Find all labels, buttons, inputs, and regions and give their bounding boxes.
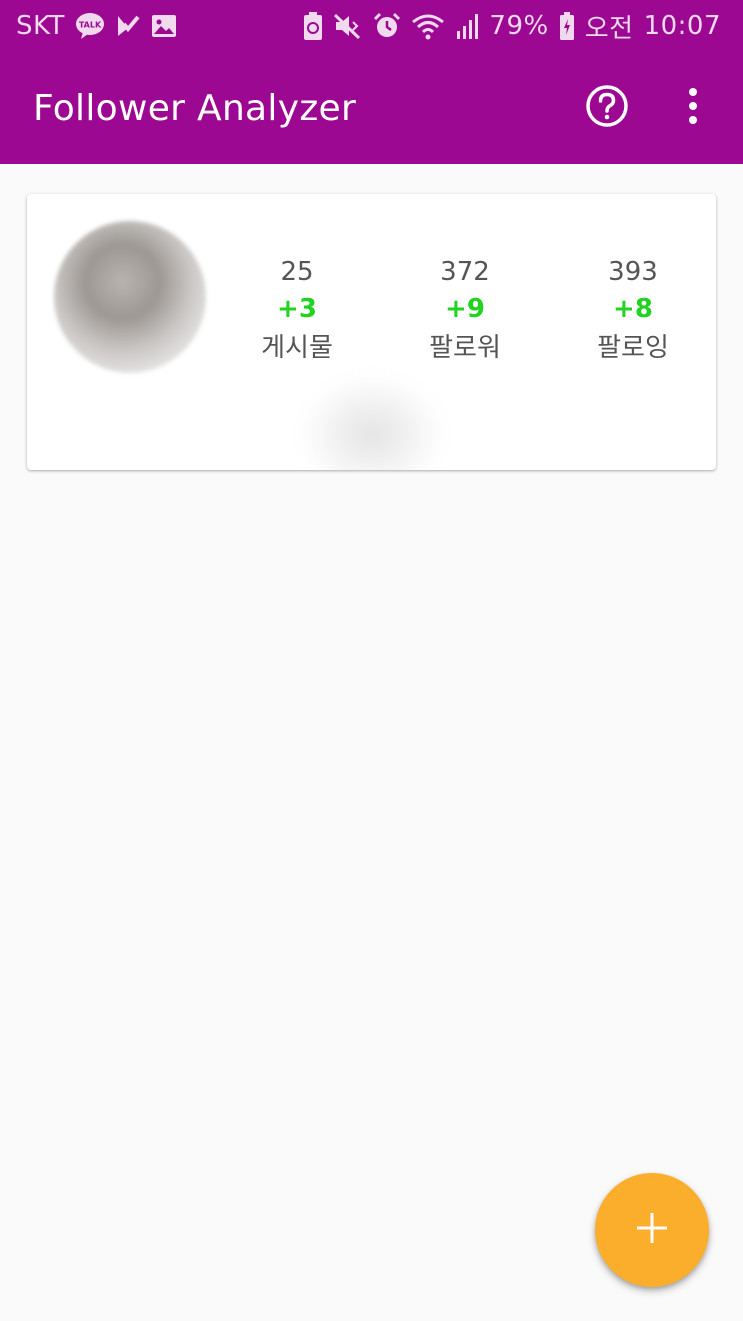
overflow-menu-icon [687,86,699,130]
followers-delta: +9 [445,294,485,324]
stat-following: 393 +8 팔로잉 [558,254,708,368]
add-icon [635,1211,669,1249]
following-label: 팔로잉 [597,333,669,363]
app-bar: Follower Analyzer [0,52,743,164]
posts-count: 25 [280,257,314,287]
followers-count: 372 [440,257,490,287]
clock-period: 오전 [584,13,634,44]
profile-card[interactable]: 25 +3 게시물 372 +9 팔로워 393 +8 팔로잉 [27,194,716,470]
battery-icon [559,12,575,40]
mute-icon [333,12,363,40]
followers-label: 팔로워 [429,333,501,363]
add-account-fab[interactable] [595,1173,709,1287]
alarm-icon [373,12,401,40]
avatar [54,221,206,373]
kakaotalk-icon: TALK [75,12,105,40]
stat-followers: 372 +9 팔로워 [390,254,540,368]
gallery-icon [151,14,177,38]
following-delta: +8 [613,294,653,324]
following-count: 393 [608,257,658,287]
posts-label: 게시물 [261,333,333,363]
status-bar-left: SKT TALK [16,11,177,41]
help-icon [585,84,629,132]
check-flag-icon [115,14,141,38]
wifi-icon [411,12,445,40]
battery-saver-icon [303,12,323,40]
signal-icon [455,13,479,39]
username-blurred [299,374,445,470]
battery-percent: 79% [489,11,549,41]
app-title: Follower Analyzer [33,87,357,129]
overflow-menu-button[interactable] [663,78,723,138]
status-bar-right: 79% 오전 10:07 [303,8,721,45]
talk-badge-text: TALK [79,21,102,30]
posts-delta: +3 [277,294,317,324]
status-bar: SKT TALK 79% 오전 10:07 [0,0,743,52]
help-button[interactable] [577,78,637,138]
carrier-label: SKT [16,11,65,41]
clock-time: 10:07 [643,11,721,41]
stat-posts: 25 +3 게시물 [222,254,372,368]
